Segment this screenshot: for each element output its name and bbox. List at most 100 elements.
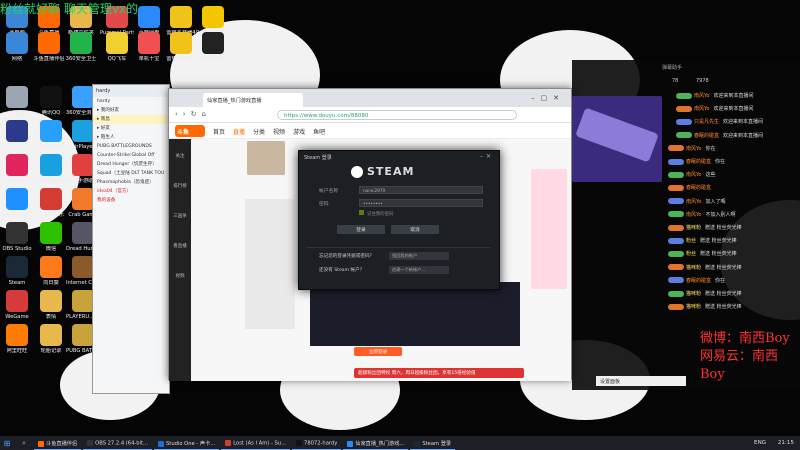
desktop-icon[interactable]: 腾讯视频 bbox=[34, 120, 68, 150]
chat-username[interactable]: 南风Yo bbox=[686, 199, 701, 205]
cancel-button[interactable]: 取消 bbox=[391, 225, 439, 234]
streamer-thumbnail[interactable] bbox=[247, 141, 285, 175]
url-input[interactable]: https://www.douyu.com/88080 bbox=[277, 110, 517, 120]
qq-list-item[interactable]: hardy bbox=[93, 97, 169, 106]
login-now-button[interactable]: 立即登录 bbox=[354, 347, 402, 356]
chat-username[interactable]: 春眠的碰盒 bbox=[694, 133, 719, 139]
qq-list-item[interactable]: PUBG BATTLEGROUNDS bbox=[93, 142, 169, 151]
qq-list-item[interactable]: ▸ 陌生人 bbox=[93, 133, 169, 142]
qq-list-item[interactable]: Phasmophobia（恐鬼症） bbox=[93, 178, 169, 187]
desktop-icon[interactable]: 表情 bbox=[34, 290, 68, 320]
create-account-button[interactable]: 创建一个新帐户... bbox=[389, 266, 449, 274]
qq-list-item[interactable]: idea04（官方） bbox=[93, 187, 169, 196]
taskbar-item[interactable]: Lost (As I Am) - Su... bbox=[221, 436, 291, 450]
side-nav-item[interactable]: 三国杀 bbox=[169, 199, 191, 229]
qq-list-item[interactable]: ▸ 我的好友 bbox=[93, 106, 169, 115]
chat-username[interactable]: 南风Yo bbox=[686, 146, 701, 152]
chat-username[interactable]: 春眠的碰盒 bbox=[686, 159, 711, 165]
nav-buttons[interactable]: ‹›↻⌂ bbox=[175, 110, 211, 118]
chat-username[interactable]: 春眠的碰盒 bbox=[686, 185, 711, 191]
game-art-image bbox=[572, 96, 662, 182]
taskbar-item[interactable]: Studio One - 声卡... bbox=[154, 436, 220, 450]
desktop-icon[interactable]: 网易UU加速器 bbox=[34, 154, 68, 184]
chat-username[interactable]: 只是凡先生 bbox=[694, 119, 719, 125]
windows-start-icon[interactable]: ⊞ bbox=[0, 436, 14, 450]
login-button[interactable]: 登录 bbox=[337, 225, 385, 234]
level-badge-icon bbox=[668, 211, 684, 218]
desktop-icon[interactable]: Logitech G HUB bbox=[0, 188, 34, 218]
steam-window-controls[interactable]: –✕ bbox=[480, 153, 494, 160]
steam-login-dialog[interactable]: Steam 登录 –✕ STEAM 帐户名称 nanxi2979 密码 ••••… bbox=[298, 150, 500, 290]
desktop-icon[interactable]: QQ飞车 bbox=[100, 32, 134, 62]
fan-club-banner[interactable]: 超级粉丝团特权 周六，周日超级粉丝团，享有15倍经验值 bbox=[354, 368, 524, 378]
chat-username[interactable]: 粉丝 bbox=[686, 251, 696, 257]
desktop-icon[interactable]: 向日葵 bbox=[34, 256, 68, 286]
desktop-icon[interactable]: 腾讯QQ bbox=[34, 86, 68, 116]
taskbar-item[interactable]: OBS 27.2.4 (64-bit... bbox=[83, 436, 152, 450]
remember-checkbox[interactable]: 记住我的密码 bbox=[359, 210, 393, 217]
douyu-nav-item[interactable]: 分类 bbox=[253, 129, 265, 136]
desktop-icon[interactable]: Steam bbox=[0, 256, 34, 286]
qq-list-item[interactable]: ▸ 南昌 bbox=[93, 115, 169, 124]
desktop-icon[interactable]: 斗鱼直播伴侣 bbox=[32, 32, 66, 62]
taskbar-item[interactable]: 78072-hardy bbox=[292, 436, 342, 450]
taskbar-item[interactable]: Steam 登录 bbox=[410, 436, 456, 450]
desktop-icon[interactable]: 单机十宝 bbox=[132, 32, 166, 62]
chat-username[interactable]: 春眠的碰盒 bbox=[686, 278, 711, 284]
douyu-nav-item[interactable]: 游戏 bbox=[293, 129, 305, 136]
desktop-icon[interactable]: 网易云音乐 bbox=[34, 188, 68, 218]
window-controls[interactable]: –▢✕ bbox=[531, 94, 565, 102]
qq-list-item[interactable]: Squad（土豆陆 DLT TANK TOU bbox=[93, 169, 169, 178]
chat-username[interactable]: 南风Yo bbox=[686, 212, 701, 218]
chat-username[interactable]: 南风Yo bbox=[686, 172, 701, 178]
account-input[interactable]: nanxi2979 bbox=[359, 186, 483, 194]
desktop-icon[interactable]: GeeGee bbox=[0, 154, 34, 184]
settings-panel-button[interactable]: 设置面板 bbox=[596, 376, 686, 386]
qq-list-item[interactable]: 我的设备 bbox=[93, 196, 169, 205]
desktop-icon[interactable]: 360安全卫士 bbox=[64, 32, 98, 62]
douyu-nav-item[interactable]: 鱼吧 bbox=[313, 129, 325, 136]
side-nav-item[interactable]: 关注 bbox=[169, 139, 191, 169]
douyu-logo[interactable]: 斗鱼 bbox=[175, 125, 205, 137]
app-icon bbox=[72, 256, 94, 278]
app-grid[interactable] bbox=[245, 199, 295, 329]
desktop-icon[interactable]: 阿里旺旺 bbox=[0, 324, 34, 354]
chat-username[interactable]: 猫咪粉 bbox=[686, 291, 701, 297]
clock[interactable]: 21:15 bbox=[778, 440, 794, 446]
desktop-icon[interactable]: 剪映专业版 bbox=[196, 32, 230, 62]
chat-username[interactable]: 南风Yo bbox=[694, 106, 709, 112]
qq-window[interactable]: hardy hardy ▸ 我的好友 ▸ 南昌 ▸ 好友 ▸ 陌生人 PUBG BATTL… bbox=[92, 84, 170, 394]
side-nav-item[interactable]: 看直播 bbox=[169, 229, 191, 259]
chat-username[interactable]: 猫咪粉 bbox=[686, 265, 701, 271]
chat-username[interactable]: 猫咪粉 bbox=[686, 225, 701, 231]
douyu-nav-item[interactable]: 首页 bbox=[213, 129, 225, 136]
desktop-icon[interactable]: 雷电模拟器4 bbox=[164, 32, 198, 62]
chat-username[interactable]: 粉丝 bbox=[686, 238, 696, 244]
recover-account-button[interactable]: 找回我的帐户 bbox=[389, 252, 449, 260]
desktop-icon[interactable]: 回收站 bbox=[0, 86, 34, 116]
desktop-icon[interactable]: SE bbox=[0, 120, 34, 150]
stream-overlay-title: 粉丝就好聊 聊天管理vx的 bbox=[0, 2, 139, 16]
chat-username[interactable]: 南风Yo bbox=[694, 93, 709, 99]
douyu-nav-item[interactable]: 视频 bbox=[273, 129, 285, 136]
chat-line: 南风Yo 不加入别人啊 bbox=[668, 211, 735, 218]
side-nav-item[interactable]: 排行榜 bbox=[169, 169, 191, 199]
side-nav-item[interactable]: 视频 bbox=[169, 259, 191, 289]
qq-list-item[interactable]: Dread Hunger（饥荒生存） bbox=[93, 160, 169, 169]
desktop-icon[interactable]: OBS Studio bbox=[0, 222, 34, 252]
input-language[interactable]: ENG bbox=[754, 440, 766, 446]
qq-list-item[interactable]: Counter-Strike:Global Off bbox=[93, 151, 169, 160]
promo-banner[interactable] bbox=[531, 169, 567, 289]
desktop-icon[interactable]: WeGame bbox=[0, 290, 34, 320]
desktop-icon[interactable]: 微信 bbox=[34, 222, 68, 252]
douyu-nav-item[interactable]: 直播 bbox=[233, 129, 245, 136]
qq-list-item[interactable]: ▸ 好友 bbox=[93, 124, 169, 133]
search-icon[interactable]: ⌕ bbox=[14, 439, 34, 448]
desktop-icon[interactable]: 网络 bbox=[0, 32, 34, 62]
password-input[interactable]: •••••••• bbox=[359, 199, 483, 207]
taskbar-item[interactable]: 仙家直播_热门游戏... bbox=[343, 436, 409, 450]
desktop-icon[interactable]: 轮胎记录 bbox=[34, 324, 68, 354]
taskbar-item[interactable]: 斗鱼直播伴侣 bbox=[34, 436, 82, 450]
chat-username[interactable]: 猫咪粉 bbox=[686, 304, 701, 310]
browser-tab[interactable]: 仙家直播_热门游戏直播 bbox=[203, 93, 303, 107]
